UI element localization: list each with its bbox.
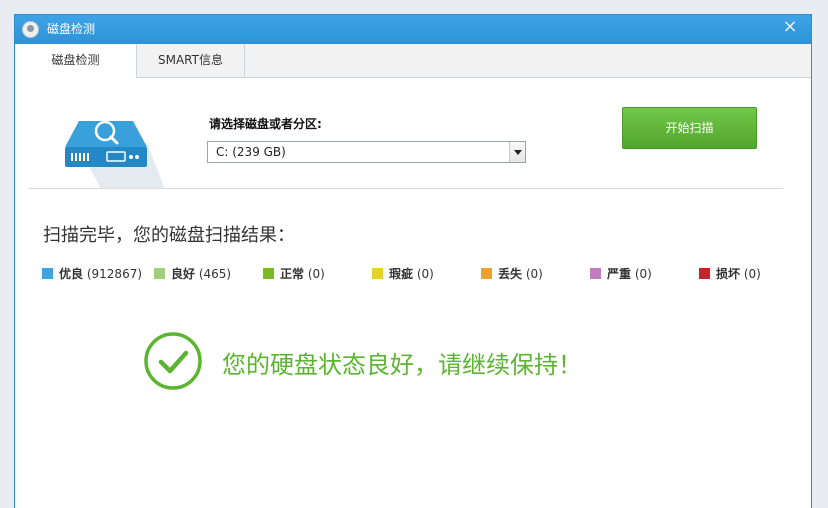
disk-select[interactable]: C: (239 GB) [207,141,526,163]
status-message: 您的硬盘状态良好，请继续保持！ [222,351,582,379]
chevron-down-icon[interactable] [509,142,525,162]
legend-swatch [42,268,53,279]
disk-select-value: C: (239 GB) [216,145,286,159]
legend-swatch [699,268,710,279]
tab-bar: 磁盘检测 SMART信息 [15,44,811,78]
result-title: 扫描完毕，您的磁盘扫描结果： [43,225,295,246]
check-circle-icon [144,332,202,390]
tab-smart-info[interactable]: SMART信息 [137,44,245,78]
hard-disk-search-icon [65,120,165,189]
title-bar[interactable]: 磁盘检测 × [15,15,811,44]
disk-select-label: 请选择磁盘或者分区: [209,117,322,131]
window-title: 磁盘检测 [47,22,96,36]
legend-item-good: 良好 (465) [154,265,231,283]
legend-item-lost: 丢失 (0) [481,265,543,283]
legend-item-severe: 严重 (0) [590,265,652,283]
close-button[interactable]: × [779,16,801,38]
legend-swatch [372,268,383,279]
divider [29,188,783,189]
app-window: 磁盘检测 × 磁盘检测 SMART信息 请选择磁盘或者分区: C: (239 G… [14,14,812,508]
legend-swatch [154,268,165,279]
app-icon [22,21,39,38]
legend-swatch [590,268,601,279]
start-scan-button[interactable]: 开始扫描 [622,107,757,149]
legend-item-damaged: 损坏 (0) [699,265,761,283]
tab-disk-check[interactable]: 磁盘检测 [15,44,137,78]
legend-item-flaw: 瑕疵 (0) [372,265,434,283]
legend-item-excellent: 优良 (912867) [42,265,142,283]
legend-swatch [263,268,274,279]
legend-item-normal: 正常 (0) [263,265,325,283]
legend-swatch [481,268,492,279]
